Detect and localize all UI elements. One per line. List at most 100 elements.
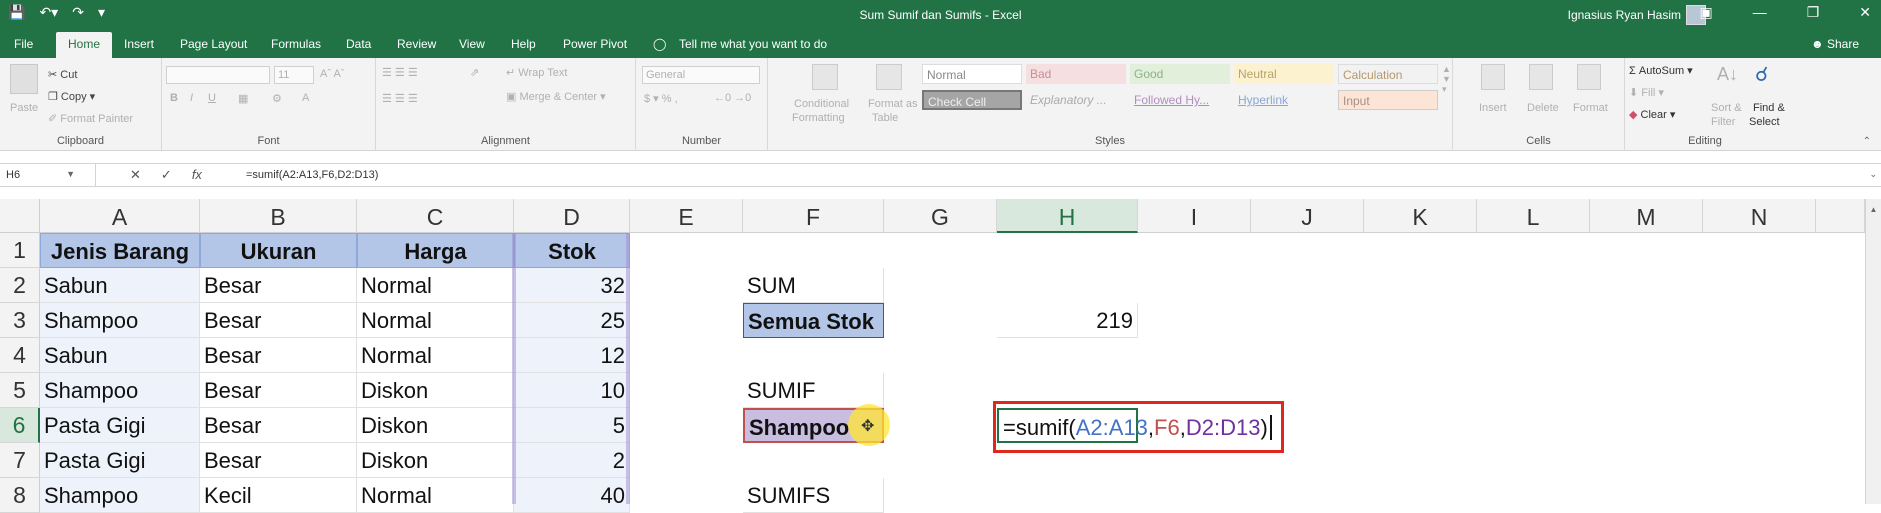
row-header-8[interactable]: 8 bbox=[0, 478, 40, 513]
clear-button[interactable]: ◆ Clear ▾ bbox=[1629, 108, 1675, 121]
table-cell[interactable]: Sabun bbox=[40, 268, 200, 303]
tab-file[interactable]: File bbox=[14, 37, 33, 51]
table-cell[interactable]: Pasta Gigi bbox=[40, 408, 200, 443]
table-cell[interactable]: Normal bbox=[357, 338, 514, 373]
cell-f2[interactable]: SUM bbox=[743, 268, 884, 303]
delete-cells-button[interactable]: Delete bbox=[1527, 102, 1559, 114]
user-name[interactable]: Ignasius Ryan Hasim bbox=[1568, 8, 1681, 22]
tab-data[interactable]: Data bbox=[346, 37, 371, 51]
style-input[interactable]: Input bbox=[1338, 90, 1438, 110]
tab-page-layout[interactable]: Page Layout bbox=[180, 37, 247, 51]
col-header-j[interactable]: J bbox=[1251, 199, 1364, 233]
align-top-icon[interactable]: ☰ ☰ ☰ bbox=[382, 66, 418, 79]
col-header-o[interactable] bbox=[1816, 199, 1865, 233]
close-icon[interactable]: ✕ bbox=[1859, 4, 1871, 21]
style-check-cell[interactable]: Check Cell bbox=[922, 90, 1022, 110]
table-header-harga[interactable]: Harga bbox=[357, 233, 514, 268]
row-header-2[interactable]: 2 bbox=[0, 268, 40, 303]
orientation-icon[interactable]: ⇗ bbox=[470, 66, 479, 79]
delete-cells-icon[interactable] bbox=[1529, 64, 1553, 90]
tab-home[interactable]: Home bbox=[56, 32, 113, 58]
minimize-icon[interactable]: — bbox=[1753, 4, 1767, 21]
table-header-jenis-barang[interactable]: Jenis Barang bbox=[40, 233, 200, 268]
tab-help[interactable]: Help bbox=[511, 37, 536, 51]
tab-power-pivot[interactable]: Power Pivot bbox=[563, 37, 627, 51]
insert-cells-icon[interactable] bbox=[1481, 64, 1505, 90]
col-header-l[interactable]: L bbox=[1477, 199, 1590, 233]
table-header-ukuran[interactable]: Ukuran bbox=[200, 233, 357, 268]
insert-cells-button[interactable]: Insert bbox=[1479, 102, 1507, 114]
enter-icon[interactable]: ✓ bbox=[161, 167, 172, 183]
style-normal[interactable]: Normal bbox=[922, 64, 1022, 84]
collapse-ribbon-icon[interactable]: ⌃ bbox=[1863, 136, 1871, 147]
col-header-n[interactable]: N bbox=[1703, 199, 1816, 233]
col-header-e[interactable]: E bbox=[630, 199, 743, 233]
format-as-table-button[interactable]: Format as bbox=[868, 98, 918, 110]
accounting-icon[interactable]: $ ▾ % , bbox=[644, 92, 678, 105]
cut-button[interactable]: ✂ Cut bbox=[48, 68, 77, 81]
underline-icon[interactable]: U bbox=[208, 92, 216, 104]
col-header-a[interactable]: A bbox=[40, 199, 200, 233]
table-cell[interactable]: Shampoo bbox=[40, 478, 200, 513]
table-header-stok[interactable]: Stok bbox=[514, 233, 630, 268]
table-cell[interactable]: 12 bbox=[514, 338, 630, 373]
style-neutral[interactable]: Neutral bbox=[1234, 64, 1334, 84]
col-header-c[interactable]: C bbox=[357, 199, 514, 233]
conditional-formatting-button[interactable]: Conditional bbox=[794, 98, 849, 110]
row-header-7[interactable]: 7 bbox=[0, 443, 40, 478]
format-cells-icon[interactable] bbox=[1577, 64, 1601, 90]
table-cell[interactable]: Besar bbox=[200, 443, 357, 478]
format-cells-button[interactable]: Format bbox=[1573, 102, 1608, 114]
find-select-button[interactable]: Find & bbox=[1753, 102, 1785, 114]
styles-scroll-icon[interactable]: ▲ ▼ ▾ bbox=[1442, 64, 1451, 95]
name-box-dropdown-icon[interactable]: ▼ bbox=[66, 169, 75, 179]
col-header-h[interactable]: H bbox=[997, 199, 1138, 233]
share-button[interactable]: ☻ Share bbox=[1811, 37, 1859, 51]
table-cell[interactable]: Normal bbox=[357, 478, 514, 513]
col-header-k[interactable]: K bbox=[1364, 199, 1477, 233]
cell-h3[interactable]: 219 bbox=[997, 303, 1138, 338]
vertical-scrollbar[interactable]: ▲ bbox=[1865, 199, 1881, 504]
style-followed-hyperlink[interactable]: Followed Hy... bbox=[1130, 90, 1230, 110]
conditional-formatting-icon[interactable] bbox=[812, 64, 838, 90]
table-cell[interactable]: 2 bbox=[514, 443, 630, 478]
table-cell[interactable]: Kecil bbox=[200, 478, 357, 513]
tab-view[interactable]: View bbox=[459, 37, 485, 51]
table-cell[interactable]: Diskon bbox=[357, 373, 514, 408]
number-format-dropdown[interactable]: General bbox=[642, 66, 760, 84]
tab-insert[interactable]: Insert bbox=[124, 37, 154, 51]
table-cell[interactable]: Sabun bbox=[40, 338, 200, 373]
sort-filter-button[interactable]: Sort & bbox=[1711, 102, 1742, 114]
table-cell[interactable]: 10 bbox=[514, 373, 630, 408]
table-cell[interactable]: 25 bbox=[514, 303, 630, 338]
font-name-dropdown[interactable] bbox=[166, 66, 270, 84]
table-cell[interactable]: 32 bbox=[514, 268, 630, 303]
table-cell[interactable]: Besar bbox=[200, 338, 357, 373]
fill-button[interactable]: ⬇ Fill ▾ bbox=[1629, 86, 1664, 99]
font-color-icon[interactable]: A bbox=[302, 92, 309, 104]
table-cell[interactable]: Shampoo bbox=[40, 303, 200, 338]
paste-button[interactable]: Paste bbox=[10, 102, 38, 114]
format-painter-button[interactable]: ✐ Format Painter bbox=[48, 112, 133, 125]
table-cell[interactable]: Besar bbox=[200, 408, 357, 443]
borders-icon[interactable]: ▦ bbox=[238, 92, 248, 105]
col-header-i[interactable]: I bbox=[1138, 199, 1251, 233]
col-header-m[interactable]: M bbox=[1590, 199, 1703, 233]
align-left-icon[interactable]: ☰ ☰ ☰ bbox=[382, 92, 418, 105]
wrap-text-button[interactable]: ↵ Wrap Text bbox=[506, 66, 567, 79]
bold-icon[interactable]: B bbox=[170, 92, 178, 104]
row-header-3[interactable]: 3 bbox=[0, 303, 40, 338]
table-cell[interactable]: Normal bbox=[357, 303, 514, 338]
style-hyperlink[interactable]: Hyperlink bbox=[1234, 90, 1334, 110]
row-header-4[interactable]: 4 bbox=[0, 338, 40, 373]
table-cell[interactable]: Shampoo bbox=[40, 373, 200, 408]
decimal-icon[interactable]: ←0 →0 bbox=[714, 92, 751, 104]
row-header-6[interactable]: 6 bbox=[0, 408, 40, 443]
ribbon-display-icon[interactable]: ▣ bbox=[1699, 4, 1712, 21]
table-cell[interactable]: Pasta Gigi bbox=[40, 443, 200, 478]
sort-filter-icon[interactable]: A↓ bbox=[1717, 64, 1738, 85]
select-all-corner[interactable] bbox=[0, 199, 40, 233]
table-cell[interactable]: Diskon bbox=[357, 408, 514, 443]
cancel-icon[interactable]: ✕ bbox=[130, 167, 141, 183]
merge-center-button[interactable]: ▣ Merge & Center ▾ bbox=[506, 90, 606, 103]
